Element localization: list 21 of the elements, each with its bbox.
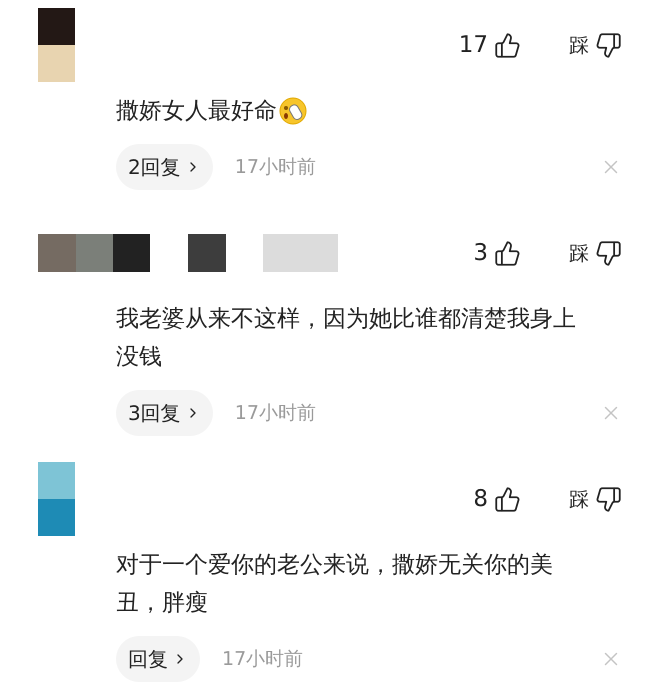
comment-text: 我老婆从来不这样，因为她比谁都清楚我身上没钱 [116, 305, 577, 372]
replies-button[interactable]: 回复 [116, 636, 200, 682]
replies-button[interactable]: 2回复 [116, 144, 213, 190]
dislike-label[interactable]: 踩 [569, 238, 589, 268]
comment-text: 撒娇女人最好命 [116, 97, 277, 126]
thumbs-up-icon[interactable] [494, 32, 521, 58]
thumbs-down-icon [595, 486, 622, 512]
replies-button[interactable]: 3回复 [116, 390, 213, 436]
like-count: 3 [473, 238, 488, 268]
timestamp: 17小时前 [234, 154, 316, 180]
like-count: 17 [458, 30, 488, 60]
like-count: 8 [473, 484, 488, 514]
timestamp: 17小时前 [234, 400, 316, 426]
timestamp: 17小时前 [222, 646, 304, 672]
comment-text: 对于一个爱你的老公来说，撒娇无关你的美丑，胖瘦 [116, 551, 554, 618]
dislike-label[interactable]: 踩 [569, 484, 589, 514]
thumbs-up-icon[interactable] [494, 486, 521, 512]
thumbs-up-icon[interactable] [494, 240, 521, 266]
thumbs-down-icon [595, 32, 622, 58]
dislike-label[interactable]: 踩 [569, 30, 589, 60]
thumbs-down-icon [595, 240, 622, 266]
